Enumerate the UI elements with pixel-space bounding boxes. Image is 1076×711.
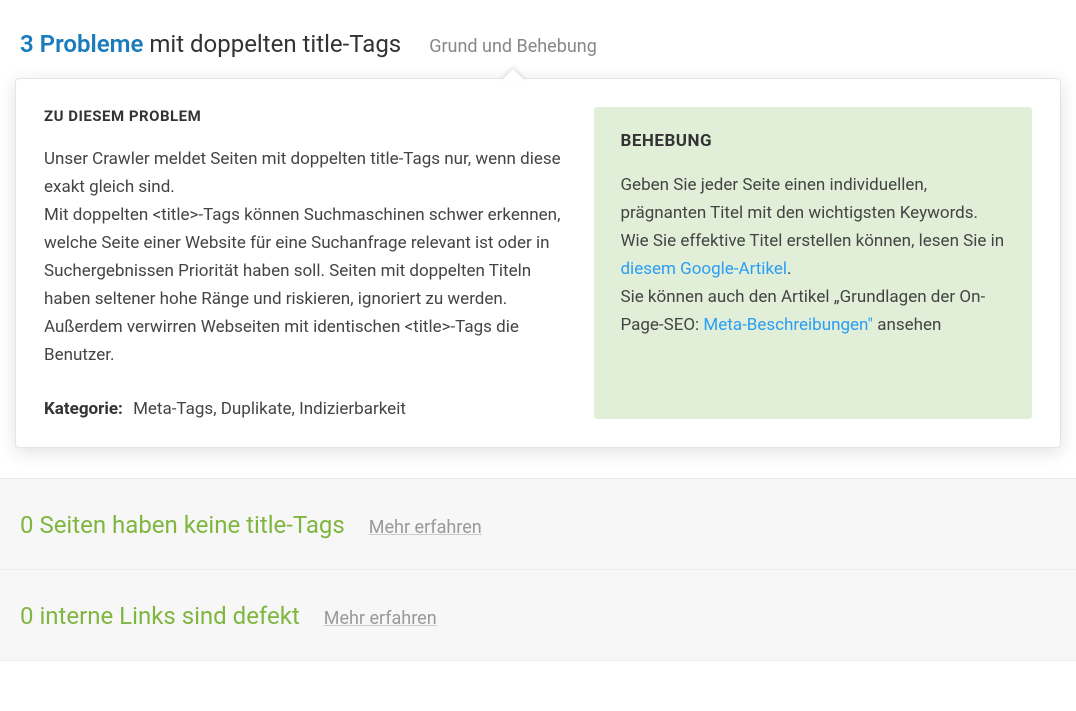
about-section: ZU DIESEM PROBLEM Unser Crawler meldet S… bbox=[44, 107, 564, 419]
issue-row-title: 0 Seiten haben keine title-Tags bbox=[20, 511, 345, 539]
issue-header-row: 3 Probleme mit doppelten title-Tags Grun… bbox=[0, 0, 1076, 78]
google-article-link[interactable]: diesem Google-Artikel bbox=[620, 259, 787, 279]
fix-intro: Geben Sie jeder Seite einen individuelle… bbox=[620, 175, 978, 223]
meta-descriptions-link[interactable]: Meta-Beschreibungen" bbox=[703, 315, 873, 335]
about-paragraph-2: Mit doppelten <title>-Tags können Suchma… bbox=[44, 201, 564, 313]
category-label: Kategorie: bbox=[44, 399, 123, 419]
issue-row-title: 0 interne Links sind defekt bbox=[20, 602, 300, 630]
fix-line2-b: . bbox=[787, 259, 791, 279]
about-heading: ZU DIESEM PROBLEM bbox=[44, 107, 564, 125]
issue-title-rest: mit doppelten title-Tags bbox=[149, 30, 401, 58]
category-row: Kategorie: Meta-Tags, Duplikate, Indizie… bbox=[44, 399, 564, 419]
category-value: Meta-Tags, Duplikate, Indizierbarkeit bbox=[133, 399, 406, 419]
tooltip-card: ZU DIESEM PROBLEM Unser Crawler meldet S… bbox=[15, 78, 1061, 448]
about-paragraph-3: Außerdem verwirren Webseiten mit identis… bbox=[44, 313, 564, 369]
issue-row-no-title-tags[interactable]: 0 Seiten haben keine title-Tags Mehr erf… bbox=[0, 478, 1076, 570]
fix-section: BEHEBUNG Geben Sie jeder Seite einen ind… bbox=[594, 107, 1032, 419]
tooltip-trigger[interactable]: Grund und Behebung bbox=[429, 36, 597, 57]
issue-label: Probleme bbox=[40, 30, 144, 58]
issue-title: 3 Probleme mit doppelten title-Tags bbox=[20, 30, 401, 58]
learn-more-link[interactable]: Mehr erfahren bbox=[369, 517, 482, 538]
tooltip-trigger-label: Grund und Behebung bbox=[429, 36, 597, 57]
about-paragraph-1: Unser Crawler meldet Seiten mit doppelte… bbox=[44, 145, 564, 201]
fix-paragraph: Geben Sie jeder Seite einen individuelle… bbox=[620, 171, 1006, 339]
fix-line2-a: Wie Sie effektive Titel erstellen können… bbox=[620, 231, 1004, 251]
fix-line3-b: ansehen bbox=[873, 315, 941, 335]
fix-heading: BEHEBUNG bbox=[620, 131, 1006, 151]
issue-row-broken-internal-links[interactable]: 0 interne Links sind defekt Mehr erfahre… bbox=[0, 570, 1076, 661]
learn-more-link[interactable]: Mehr erfahren bbox=[324, 608, 437, 629]
tooltip-pointer-icon bbox=[501, 69, 525, 81]
issue-count: 3 bbox=[20, 30, 34, 58]
